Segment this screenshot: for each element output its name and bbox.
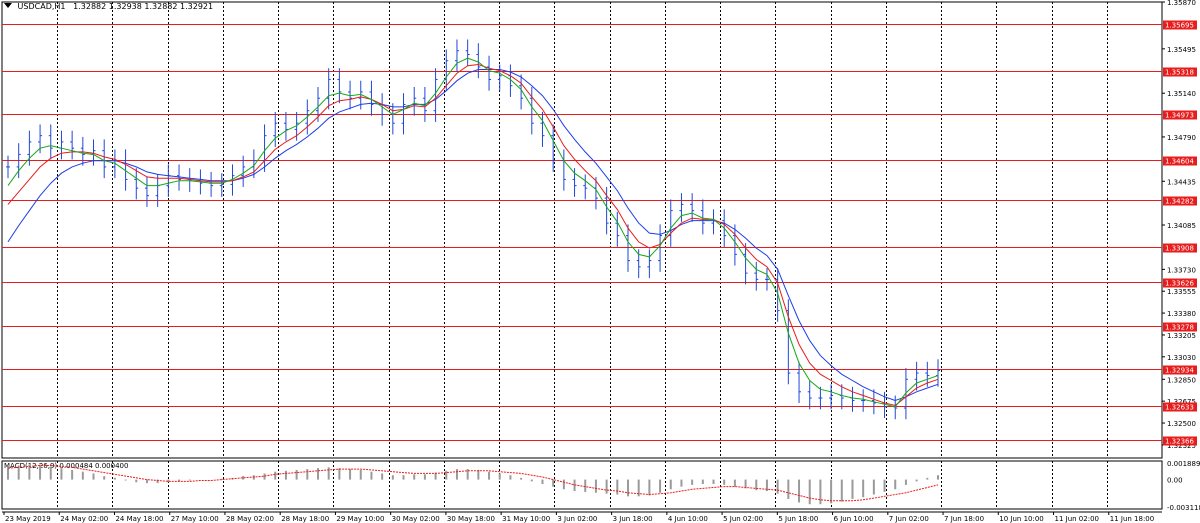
y-tick-label: 1.34435	[1167, 178, 1196, 186]
y-tick-label: 1.35495	[1167, 46, 1196, 54]
ma-slow-line	[7, 69, 939, 402]
x-tick-label: 5 Jun 18:00	[778, 515, 818, 523]
y-tick-label: 1.35140	[1167, 90, 1196, 98]
x-tick-label: 31 May 10:00	[502, 515, 550, 523]
price-level-tag-label: 1.34973	[1165, 112, 1194, 120]
price-pane-frame	[1, 1, 1163, 459]
price-level-tag-label: 1.34604	[1165, 158, 1194, 166]
y-tick-label: 1.33730	[1167, 266, 1196, 274]
x-tick-label: 3 Jun 18:00	[613, 515, 653, 523]
y-tick-label: 1.33380	[1167, 310, 1196, 318]
x-tick-label: 6 Jun 10:00	[834, 515, 874, 523]
y-tick-label: 1.35870	[1167, 0, 1196, 7]
y-tick-label: 1.32500	[1167, 420, 1196, 428]
ma-fast-line	[7, 57, 939, 408]
price-level-tag-label: 1.32366	[1165, 438, 1194, 446]
price-level-tag-label: 1.35695	[1165, 22, 1194, 30]
x-tick-label: 7 Jun 02:00	[889, 515, 929, 523]
y-tick-label: 1.32850	[1167, 376, 1196, 384]
x-tick-label: 23 May 2019	[5, 515, 51, 523]
macd-scale-label: 0.00	[1167, 477, 1183, 485]
price-level-tag-label: 1.35318	[1165, 69, 1194, 77]
x-tick-label: 30 May 18:00	[447, 515, 495, 523]
macd-pane-frame	[1, 460, 1163, 510]
x-tick-label: 4 Jun 10:00	[668, 515, 708, 523]
x-tick-label: 3 Jun 02:00	[557, 515, 597, 523]
price-level-tag-label: 1.32633	[1165, 404, 1194, 412]
ma-mid-line	[7, 63, 939, 407]
price-level-tag-label: 1.33908	[1165, 245, 1194, 253]
price-level-tag-label: 1.34282	[1165, 198, 1194, 206]
x-tick-label: 30 May 02:00	[392, 515, 440, 523]
x-tick-label: 29 May 10:00	[336, 515, 384, 523]
x-tick-label: 10 Jun 10:00	[999, 515, 1043, 523]
y-tick-label: 1.33205	[1167, 332, 1196, 340]
price-chart[interactable]: 23 May 2019 24 May 02:00 24 May 18:00 27 Ma…	[0, 0, 1200, 523]
x-tick-label: 24 May 18:00	[115, 515, 163, 523]
y-tick-label: 1.33555	[1167, 288, 1196, 296]
x-tick-label: 27 May 10:00	[171, 515, 219, 523]
price-level-tag-label: 1.33278	[1165, 324, 1194, 332]
y-tick-label: 1.33030	[1167, 354, 1196, 362]
macd-scale-label: 0.001889	[1167, 460, 1200, 468]
y-tick-label: 1.34085	[1167, 222, 1196, 230]
price-level-tag-label: 1.33626	[1165, 280, 1194, 288]
x-tick-label: 28 May 02:00	[226, 515, 274, 523]
y-tick-label: 1.34790	[1167, 134, 1196, 142]
x-tick-label: 11 Jun 02:00	[1055, 515, 1099, 523]
x-tick-label: 7 Jun 18:00	[944, 515, 984, 523]
x-tick-label: 5 Jun 02:00	[723, 515, 763, 523]
x-tick-label: 24 May 02:00	[60, 515, 108, 523]
x-tick-label: 28 May 18:00	[281, 515, 329, 523]
x-tick-label: 11 Jun 18:00	[1110, 515, 1154, 523]
macd-scale-label: -0.003118	[1167, 504, 1200, 512]
price-level-tag-label: 1.32934	[1165, 367, 1194, 375]
